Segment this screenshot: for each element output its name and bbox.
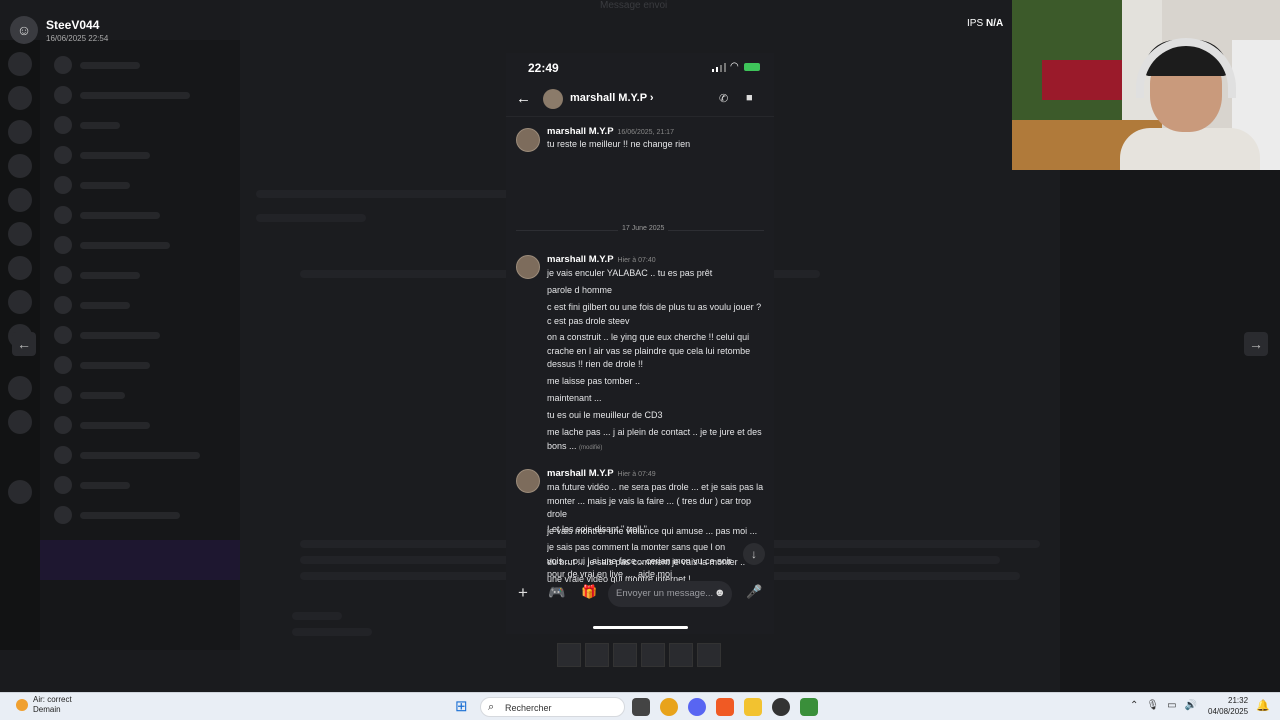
server-icon[interactable] bbox=[8, 290, 32, 314]
search-icon: ⌕ bbox=[488, 701, 495, 713]
taskbar-search[interactable]: ⌕ Rechercher bbox=[480, 697, 625, 717]
phone-call-icon[interactable]: ✆ bbox=[719, 92, 728, 105]
message-composer: + 🎮 🎁 Envoyer un message... ☻ 🎤 bbox=[506, 579, 774, 609]
chevron-up-icon[interactable]: ⌃ bbox=[1130, 700, 1138, 711]
server-icon[interactable] bbox=[8, 188, 32, 212]
contact-name[interactable]: marshall M.Y.P › bbox=[570, 92, 654, 104]
message-list: marshall M.Y.P 16/06/2025, 21:17 tu reste… bbox=[506, 119, 774, 584]
message-text: je sais pas comment la monter sans que l… bbox=[547, 542, 732, 577]
taskbar: Air: correct Demain ⊞ ⌕ Rechercher ⌃ 🎙 ▭… bbox=[0, 692, 1280, 720]
message-text: me lache pas ... j ai plein de contact .… bbox=[547, 427, 762, 451]
app-icon[interactable] bbox=[772, 698, 790, 716]
file-explorer-icon[interactable] bbox=[744, 698, 762, 716]
server-icon[interactable] bbox=[8, 410, 32, 434]
emoji-icon[interactable]: ☻ bbox=[714, 587, 726, 599]
message-text: me laisse pas tomber .. bbox=[547, 376, 641, 386]
message-avatar[interactable] bbox=[516, 255, 540, 279]
thumbnail[interactable] bbox=[669, 643, 693, 667]
contact-avatar[interactable] bbox=[543, 89, 563, 109]
battery-icon bbox=[744, 63, 760, 71]
server-icon[interactable] bbox=[8, 222, 32, 246]
game-activity-icon[interactable]: 🎮 bbox=[548, 584, 565, 601]
message-text: ma future vidéo .. ne sera pas drole ...… bbox=[547, 482, 764, 519]
status-bar: 22:49 ◠ bbox=[506, 53, 774, 83]
weather-title: Air: correct bbox=[33, 695, 72, 704]
thumbnail[interactable] bbox=[697, 643, 721, 667]
microphone-icon[interactable]: 🎤 bbox=[746, 584, 762, 600]
message-text: on a construit .. le ying que eux cherch… bbox=[547, 332, 751, 369]
server-icon[interactable] bbox=[8, 256, 32, 280]
weather-widget[interactable]: Air: correct Demain bbox=[16, 695, 72, 715]
message-author[interactable]: marshall M.Y.P Hier à 07:40 bbox=[547, 254, 656, 265]
prev-arrow-icon[interactable]: ← bbox=[12, 332, 36, 356]
wifi-icon: ◠ bbox=[730, 61, 739, 72]
brave-icon[interactable] bbox=[716, 698, 734, 716]
message-text: c est fini gilbert ou une fois de plus t… bbox=[547, 302, 762, 326]
system-tray: ⌃ 🎙 ▭ 🔊 bbox=[1130, 700, 1197, 711]
video-call-icon[interactable]: ■ bbox=[746, 92, 753, 104]
chrome-icon[interactable] bbox=[660, 698, 678, 716]
next-arrow-icon[interactable]: → bbox=[1244, 332, 1268, 356]
gift-icon[interactable]: 🎁 bbox=[581, 584, 597, 600]
message-author[interactable]: marshall M.Y.P 16/06/2025, 21:17 bbox=[547, 126, 674, 137]
message-text: maintenant ... bbox=[547, 393, 602, 403]
message-text: ! et les sois disant " troll " bbox=[547, 524, 647, 534]
clock[interactable]: 21:32 04/08/2025 bbox=[1208, 695, 1248, 717]
volume-icon[interactable]: 🔊 bbox=[1185, 700, 1197, 711]
server-icon[interactable] bbox=[8, 154, 32, 178]
server-icon[interactable] bbox=[8, 480, 32, 504]
message-hint: Message envoi bbox=[600, 0, 668, 11]
ips-label: IPS bbox=[967, 18, 984, 29]
server-icon[interactable] bbox=[8, 86, 32, 110]
webcam-feed bbox=[1012, 0, 1280, 170]
na-label: N/A bbox=[986, 18, 1004, 29]
thumbnail[interactable] bbox=[613, 643, 637, 667]
user-name: SteeV044 bbox=[46, 17, 100, 32]
microphone-icon[interactable]: 🎙 bbox=[1146, 700, 1159, 711]
weather-icon bbox=[16, 699, 28, 711]
message-text: tu reste le meilleur !! ne change rien bbox=[547, 139, 691, 149]
windows-start-icon[interactable]: ⊞ bbox=[455, 699, 471, 715]
image-thumbnails bbox=[557, 643, 721, 667]
task-view-icon[interactable] bbox=[632, 698, 650, 716]
current-user[interactable]: ☺ SteeV044 16/06/2025 22:54 bbox=[10, 16, 108, 44]
server-icon[interactable] bbox=[8, 376, 32, 400]
add-attachment-icon[interactable]: + bbox=[518, 583, 528, 603]
chat-header: ← marshall M.Y.P › ✆ ■ bbox=[506, 83, 774, 117]
nitro-banner bbox=[40, 540, 240, 580]
message-text: parole d homme bbox=[547, 285, 613, 295]
message-avatar[interactable] bbox=[516, 128, 540, 152]
user-date: 16/06/2025 22:54 bbox=[46, 33, 109, 43]
server-icon[interactable] bbox=[8, 120, 32, 144]
network-icon[interactable]: ▭ bbox=[1167, 700, 1176, 711]
status-time: 22:49 bbox=[528, 61, 559, 75]
phone-screenshot: 22:49 ◠ ← marshall M.Y.P › ✆ ■ marshall … bbox=[506, 53, 774, 634]
user-avatar: ☺ bbox=[10, 16, 38, 44]
message-author[interactable]: marshall M.Y.P Hier à 07:49 bbox=[547, 468, 656, 479]
scroll-down-icon[interactable]: ↓ bbox=[743, 543, 765, 565]
message-text: tu es oui le meuilleur de CD3 bbox=[547, 410, 663, 420]
weather-sub: Demain bbox=[33, 705, 61, 714]
back-arrow-icon[interactable]: ← bbox=[516, 90, 531, 107]
server-icon[interactable] bbox=[8, 52, 32, 76]
taskbar-apps bbox=[632, 698, 818, 716]
app-icon[interactable] bbox=[800, 698, 818, 716]
message-text: je vais enculer YALABAC .. tu es pas prê… bbox=[547, 268, 713, 278]
message-avatar[interactable] bbox=[516, 469, 540, 493]
notification-icon[interactable]: 🔔 bbox=[1256, 699, 1270, 712]
day-separator: 17 June 2025 bbox=[516, 225, 764, 232]
right-panel bbox=[1060, 170, 1280, 692]
thumbnail[interactable] bbox=[557, 643, 581, 667]
thumbnail[interactable] bbox=[641, 643, 665, 667]
thumbnail[interactable] bbox=[585, 643, 609, 667]
home-indicator bbox=[593, 626, 688, 629]
discord-icon[interactable] bbox=[688, 698, 706, 716]
signal-icon bbox=[712, 63, 726, 72]
